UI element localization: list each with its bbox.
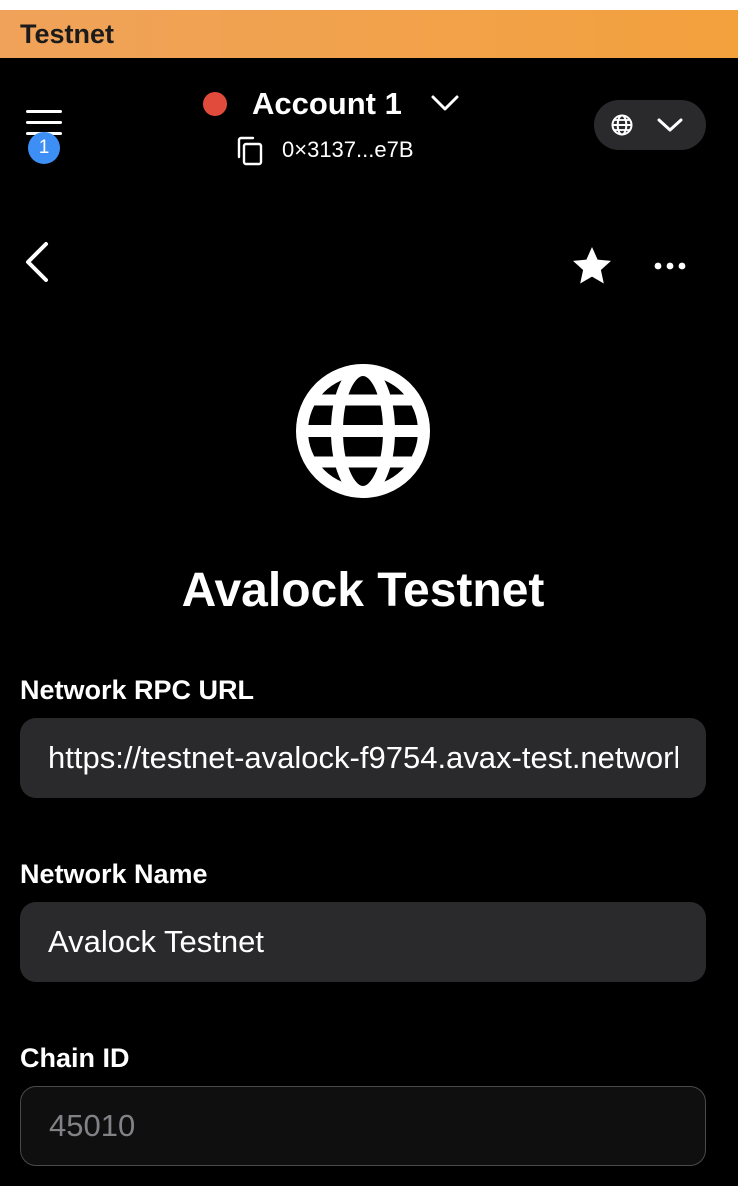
favorite-button[interactable]: [570, 244, 614, 288]
chain-id-value: 45010: [49, 1108, 136, 1143]
rpc-url-value: https://testnet-avalock-f9754.avax-test.…: [48, 740, 678, 775]
chain-id-field: 45010: [20, 1086, 706, 1166]
chevron-down-icon: [656, 116, 684, 134]
star-icon: [570, 247, 614, 292]
network-title: Avalock Testnet: [181, 564, 545, 617]
network-globe-icon: [295, 363, 431, 499]
testnet-banner: Testnet: [0, 10, 738, 58]
chain-id-label: Chain ID: [20, 1043, 130, 1073]
network-picker-button[interactable]: [594, 100, 706, 150]
more-horizontal-icon: [650, 262, 690, 288]
network-name-label: Network Name: [20, 859, 208, 889]
back-button[interactable]: [22, 240, 54, 284]
network-name-value: Avalock Testnet: [48, 924, 264, 959]
rpc-url-field[interactable]: https://testnet-avalock-f9754.avax-test.…: [20, 718, 706, 798]
more-options-button[interactable]: [650, 248, 690, 284]
chevron-left-icon: [22, 242, 54, 288]
account-name[interactable]: Account 1: [252, 82, 402, 126]
account-status-dot: [203, 92, 227, 116]
network-name-field[interactable]: Avalock Testnet: [20, 902, 706, 982]
notification-badge: 1: [28, 132, 60, 164]
account-address: 0×3137...e7B: [282, 137, 414, 162]
network-details-screen: 1 Account 1 0×3137...e7B Avalock Testnet…: [0, 58, 738, 1186]
copy-icon[interactable]: [236, 136, 264, 166]
top-strip: [0, 0, 740, 10]
globe-icon: [610, 113, 634, 137]
chevron-down-icon[interactable]: [430, 92, 460, 114]
rpc-url-label: Network RPC URL: [20, 675, 255, 705]
